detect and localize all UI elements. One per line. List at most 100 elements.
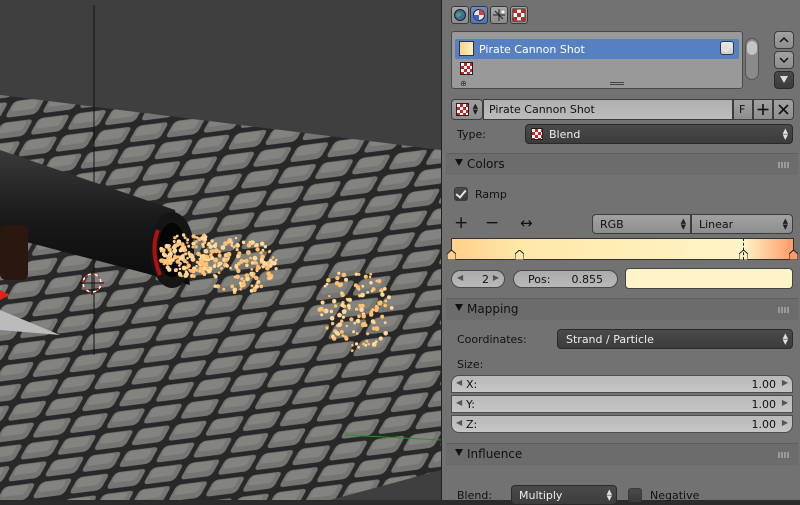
influence-panel-header[interactable]: Influence [446,443,798,465]
particle [201,253,206,259]
colors-panel-header[interactable]: Colors [446,153,798,175]
increment-arrow-icon[interactable]: ▶ [782,378,788,387]
particle [180,274,183,278]
3d-viewport[interactable] [0,0,441,500]
color-stop-handle[interactable] [788,249,799,261]
color-mode-select[interactable]: RGB ▲ ▼ [592,214,691,234]
ramp-checkbox[interactable] [454,187,468,201]
particle [172,248,178,253]
color-stop-handle[interactable] [446,249,457,261]
material-context-button[interactable] [470,6,488,24]
particle [380,292,385,297]
texture-slot-enabled-checkbox[interactable] [720,41,734,55]
new-texture-button[interactable] [753,99,773,120]
particle [387,295,391,300]
particle [195,236,199,239]
updown-arrows-icon: ▲ ▼ [472,102,478,116]
particle [260,241,265,246]
empty-slot-checker-icon [460,62,473,75]
particle [357,345,360,349]
decrement-arrow-icon[interactable]: ◀ [456,398,462,407]
particle [357,314,361,319]
particle [354,342,359,346]
fake-user-label: F [739,103,746,116]
stop-position-field[interactable]: Pos: 0.855 [513,270,618,288]
particle [328,294,331,298]
particle [226,251,232,257]
particle [323,284,327,288]
particle [369,281,373,285]
particle [171,246,175,249]
world-context-button[interactable] [451,6,469,24]
drag-grip-icon[interactable] [778,452,790,458]
fake-user-button[interactable]: F [733,99,753,120]
drag-grip-icon[interactable] [778,162,790,168]
increment-arrow-icon[interactable]: ▶ [782,398,788,407]
particle [349,317,354,322]
particle [195,268,199,272]
specials-menu-button[interactable] [774,71,794,89]
particle [366,291,370,294]
particle [227,239,230,243]
particle [370,319,376,324]
particle [183,236,187,240]
particle [317,307,323,312]
close-icon [778,104,789,115]
coordinates-select[interactable]: Strand / Particle ▲ ▼ [557,329,793,349]
particle [166,255,171,260]
decrement-arrow-icon[interactable]: ◀ [456,418,462,427]
particle [344,277,348,282]
move-slot-up-button[interactable] [774,31,794,49]
texture-context-button[interactable] [510,6,528,24]
decrement-arrow-icon[interactable]: ◀ [457,273,463,282]
color-stop-handle[interactable] [514,249,525,261]
interpolation-select[interactable]: Linear ▲ ▼ [691,214,793,234]
texture-checker-icon [456,103,469,116]
world-icon [454,9,466,21]
particle [329,316,335,321]
size-y-field[interactable]: ◀ Y: 1.00 ▶ [451,395,793,413]
unlink-texture-button[interactable] [773,99,794,120]
texture-type-select[interactable]: Blend ▲ ▼ [525,124,793,144]
particle [210,239,214,243]
particle [344,336,349,341]
increment-arrow-icon[interactable]: ▶ [493,273,499,282]
particle [241,240,246,245]
particle [256,265,261,270]
particle [186,256,189,260]
add-color-stop-button[interactable]: + [454,215,468,232]
size-z-field[interactable]: ◀ Z: 1.00 ▶ [451,415,793,433]
size-x-field[interactable]: ◀ X: 1.00 ▶ [451,375,793,393]
move-slot-down-button[interactable] [774,51,794,69]
particle [190,253,194,257]
particle [217,250,221,254]
blend-label: Blend: [457,489,493,502]
add-slot-icon[interactable]: ⊕ [460,79,467,88]
drag-grip-icon[interactable] [778,307,790,313]
particle [195,265,198,268]
texture-browse-button[interactable]: ▲ ▼ [451,99,483,120]
flip-ramp-button[interactable]: ↔ [520,215,533,232]
particle [248,240,251,244]
particles-context-button[interactable] [490,6,508,24]
active-stop-color-swatch[interactable] [625,268,793,289]
particle [382,287,387,291]
plus-icon: + [454,213,469,233]
active-stop-index-field[interactable]: ◀ 2 ▶ [451,270,505,288]
particle [351,344,354,347]
particle [384,299,388,303]
remove-color-stop-button[interactable]: − [485,215,499,232]
texture-name-field[interactable]: Pirate Cannon Shot [483,99,733,120]
particle [325,326,329,330]
particle [340,292,345,298]
list-resize-grip[interactable] [610,82,624,85]
increment-arrow-icon[interactable]: ▶ [782,418,788,427]
mapping-panel-header[interactable]: Mapping [446,298,798,320]
list-scrollbar[interactable] [745,38,759,80]
decrement-arrow-icon[interactable]: ◀ [456,378,462,387]
blend-mode-select[interactable]: Multiply ▲ ▼ [511,485,617,505]
particle [383,321,387,324]
particle [196,251,201,257]
particle [186,241,189,244]
viewport-scene [0,0,441,500]
